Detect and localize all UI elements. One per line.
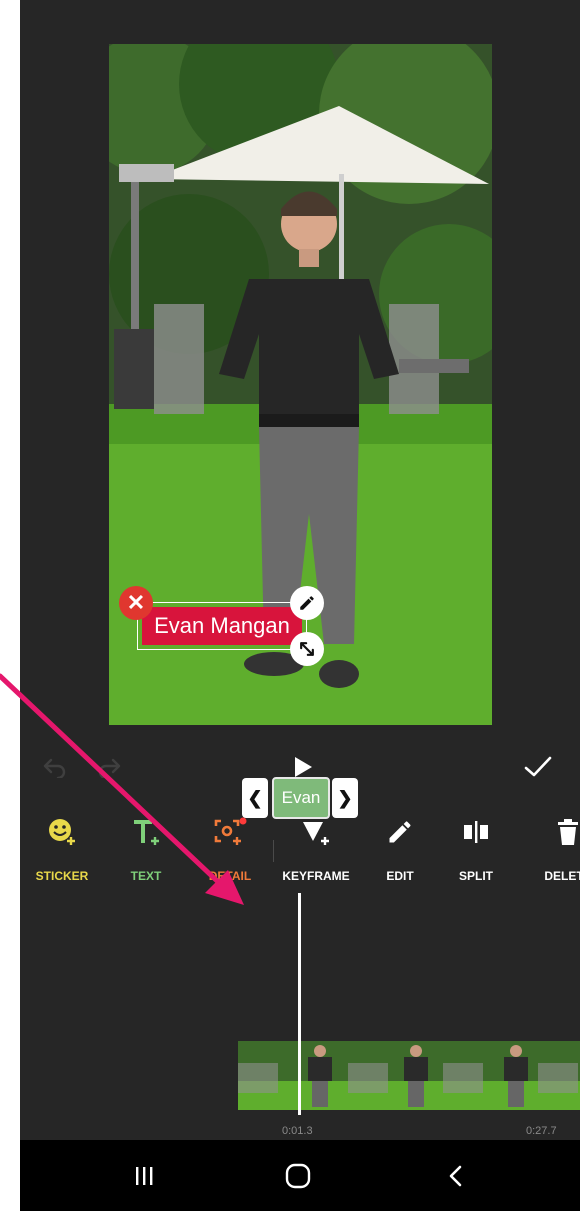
annotation-arrow-overlay — [0, 673, 244, 905]
annotation-arrow — [0, 673, 244, 905]
